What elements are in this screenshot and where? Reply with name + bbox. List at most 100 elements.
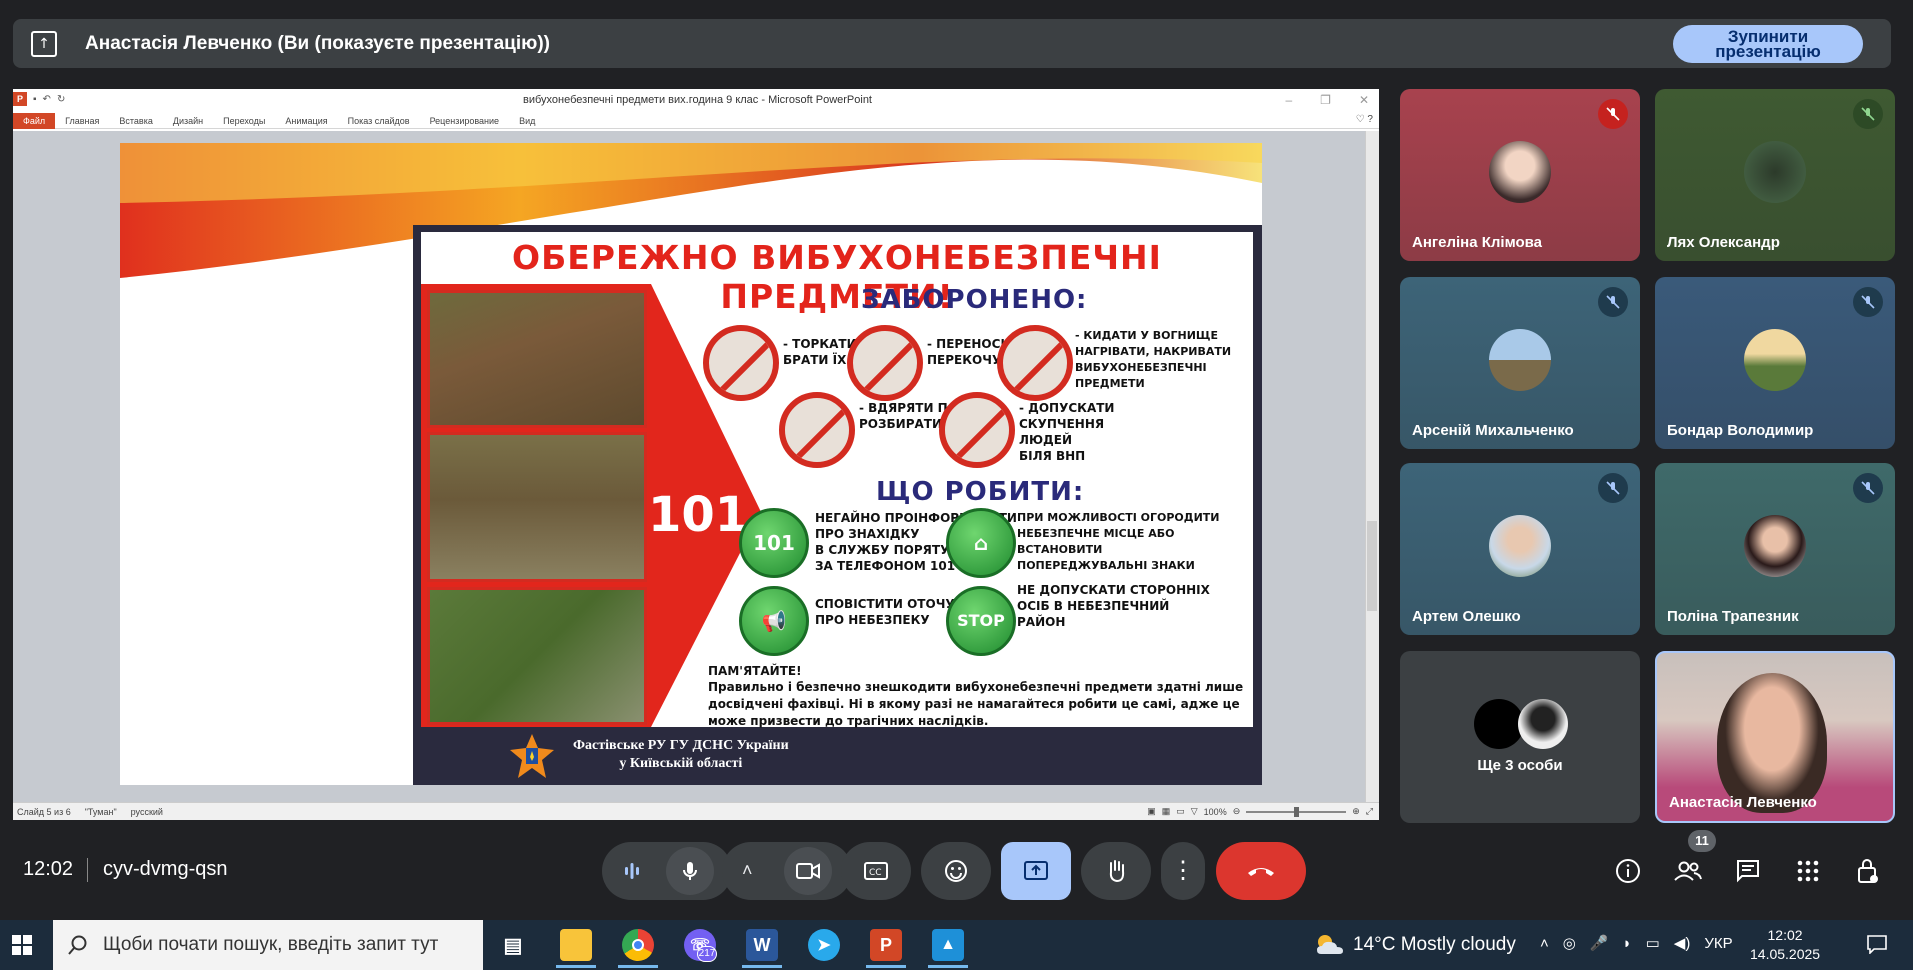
zoom-level[interactable]: 100% bbox=[1204, 807, 1227, 817]
todo-item: НЕ ДОПУСКАТИ СТОРОННІХ ОСІБ В НЕБЕЗПЕЧНИ… bbox=[1017, 583, 1210, 629]
microphone-tray-icon[interactable]: 🎤 bbox=[1590, 934, 1609, 952]
window-controls: – ❐ ✕ bbox=[1285, 93, 1369, 107]
camera-control-group: ˄ bbox=[722, 842, 852, 900]
scroll-thumb[interactable] bbox=[1367, 521, 1377, 611]
tab-animations[interactable]: Анимация bbox=[275, 113, 337, 129]
tab-design[interactable]: Дизайн bbox=[163, 113, 213, 129]
chrome-icon[interactable] bbox=[622, 929, 654, 961]
zoom-out-icon[interactable]: ⊖ bbox=[1233, 806, 1241, 817]
svg-text:CC: CC bbox=[869, 868, 882, 878]
taskbar-search-input[interactable]: Щоби почати пошук, введіть запит тут bbox=[53, 920, 483, 970]
windows-start-icon[interactable] bbox=[12, 935, 32, 955]
taskbar-date: 14.05.2025 bbox=[1750, 946, 1821, 962]
present-button[interactable] bbox=[1001, 842, 1071, 900]
taskbar-clock[interactable]: 12:02 14.05.2025 bbox=[1750, 926, 1820, 964]
captions-icon: CC bbox=[864, 862, 888, 880]
task-view-icon[interactable]: ▤ bbox=[497, 929, 529, 961]
meet-now-icon[interactable]: ◎ bbox=[1563, 934, 1576, 952]
participant-tile[interactable]: Поліна Трапезник bbox=[1655, 463, 1895, 635]
captions-button[interactable]: CC bbox=[841, 842, 911, 900]
restore-icon[interactable]: ❐ bbox=[1320, 93, 1331, 107]
participant-tile[interactable]: Артем Олешко bbox=[1400, 463, 1640, 635]
landmine-photo bbox=[427, 290, 647, 428]
slide-counter: Слайд 5 из 6 bbox=[17, 806, 71, 817]
active-indicator bbox=[866, 965, 906, 968]
ppt-document-title: вибухонебезпечні предмети вих.година 9 к… bbox=[523, 94, 872, 106]
more-participants-tile[interactable]: Ще 3 особи bbox=[1400, 651, 1640, 823]
close-icon[interactable]: ✕ bbox=[1359, 93, 1369, 107]
save-icon[interactable]: ▪ bbox=[33, 94, 37, 105]
tab-home[interactable]: Главная bbox=[55, 113, 109, 129]
sorter-view-icon[interactable]: ▦ bbox=[1162, 806, 1171, 817]
tab-insert[interactable]: Вставка bbox=[109, 113, 162, 129]
undo-icon[interactable]: ↶ bbox=[43, 94, 51, 105]
raise-hand-button[interactable] bbox=[1081, 842, 1151, 900]
hand-icon bbox=[1109, 860, 1125, 883]
view-controls: ▣ ▦ ▭ ▽ 100% ⊖ ⊕ ⤢ bbox=[1147, 806, 1379, 817]
zoom-slider-thumb[interactable] bbox=[1294, 806, 1300, 817]
participant-tile[interactable]: Арсеній Михальченко bbox=[1400, 277, 1640, 449]
apps-grid-icon bbox=[1797, 860, 1819, 882]
weather-widget[interactable]: 14°C Mostly cloudy bbox=[1313, 932, 1516, 958]
mic-off-icon bbox=[1598, 99, 1628, 129]
participant-tile[interactable]: Бондар Володимир bbox=[1655, 277, 1895, 449]
slideshow-view-icon[interactable]: ▽ bbox=[1191, 806, 1198, 817]
zoom-in-icon[interactable]: ⊕ bbox=[1352, 806, 1360, 817]
redo-icon[interactable]: ↻ bbox=[57, 94, 65, 105]
help-icon[interactable]: ♡ ? bbox=[1356, 114, 1373, 125]
tab-slideshow[interactable]: Показ слайдов bbox=[338, 113, 420, 129]
more-options-button[interactable]: ⋮ bbox=[1161, 842, 1205, 900]
more-participants-label: Ще 3 особи bbox=[1477, 757, 1563, 774]
host-controls-button[interactable] bbox=[1853, 856, 1883, 886]
participant-name: Лях Олександр bbox=[1667, 234, 1780, 251]
chevron-up-icon[interactable]: ˄ bbox=[1540, 935, 1549, 952]
projectile-photo bbox=[427, 587, 647, 725]
language-indicator[interactable]: УКР bbox=[1704, 935, 1732, 952]
participant-tile[interactable]: Ангеліна Клімова bbox=[1400, 89, 1640, 261]
minimize-icon[interactable]: – bbox=[1285, 93, 1292, 107]
audio-level-icon[interactable] bbox=[620, 859, 644, 883]
vertical-scrollbar[interactable] bbox=[1365, 131, 1379, 802]
telegram-icon[interactable]: ➤ bbox=[808, 929, 840, 961]
prohibition-icon bbox=[939, 392, 1015, 468]
avatar bbox=[1518, 699, 1568, 749]
mic-off-icon bbox=[1598, 287, 1628, 317]
prohibition-icon bbox=[703, 325, 779, 401]
active-indicator bbox=[556, 965, 596, 968]
camera-icon bbox=[796, 863, 820, 879]
word-icon[interactable]: W bbox=[746, 929, 778, 961]
tab-transitions[interactable]: Переходы bbox=[213, 113, 275, 129]
camera-button[interactable] bbox=[784, 847, 832, 895]
participant-tile[interactable]: Лях Олександр bbox=[1655, 89, 1895, 261]
fit-window-icon[interactable]: ⤢ bbox=[1366, 806, 1373, 817]
ppt-statusbar: Слайд 5 из 6 "Туман" русский ▣ ▦ ▭ ▽ 100… bbox=[13, 802, 1379, 820]
photos-icon[interactable]: ▲ bbox=[932, 929, 964, 961]
windows-taskbar: Щоби почати пошук, введіть запит тут ▤ ☏… bbox=[0, 920, 1913, 970]
meeting-info-button[interactable] bbox=[1613, 856, 1643, 886]
chevron-up-icon[interactable]: ˄ bbox=[742, 860, 753, 881]
reactions-button[interactable] bbox=[921, 842, 991, 900]
tab-file[interactable]: Файл bbox=[13, 112, 56, 129]
tab-view[interactable]: Вид bbox=[509, 113, 545, 129]
chat-button[interactable] bbox=[1733, 856, 1763, 886]
microphone-button[interactable] bbox=[666, 847, 714, 895]
stop-presenting-button[interactable]: Зупинити презентацію bbox=[1673, 24, 1863, 63]
powerpoint-icon[interactable]: P bbox=[870, 929, 902, 961]
file-explorer-icon[interactable] bbox=[560, 929, 592, 961]
people-button[interactable] bbox=[1673, 856, 1703, 886]
tab-review[interactable]: Рецензирование bbox=[420, 113, 510, 129]
leave-call-button[interactable] bbox=[1216, 842, 1306, 900]
mic-off-icon bbox=[1853, 287, 1883, 317]
volume-icon[interactable]: ◀) bbox=[1674, 934, 1691, 952]
activities-button[interactable] bbox=[1793, 856, 1823, 886]
network-icon[interactable]: ◗ bbox=[1623, 935, 1632, 952]
normal-view-icon[interactable]: ▣ bbox=[1147, 806, 1156, 817]
notifications-icon[interactable] bbox=[1866, 934, 1888, 955]
zoom-slider[interactable] bbox=[1246, 806, 1347, 817]
mic-off-icon bbox=[1853, 99, 1883, 129]
prohibition-icon bbox=[847, 325, 923, 401]
viber-badge: 217 bbox=[697, 946, 717, 962]
reading-view-icon[interactable]: ▭ bbox=[1176, 806, 1185, 817]
battery-icon[interactable]: ▭ bbox=[1646, 934, 1660, 952]
self-view-tile[interactable]: Анастасія Левченко bbox=[1655, 651, 1895, 823]
